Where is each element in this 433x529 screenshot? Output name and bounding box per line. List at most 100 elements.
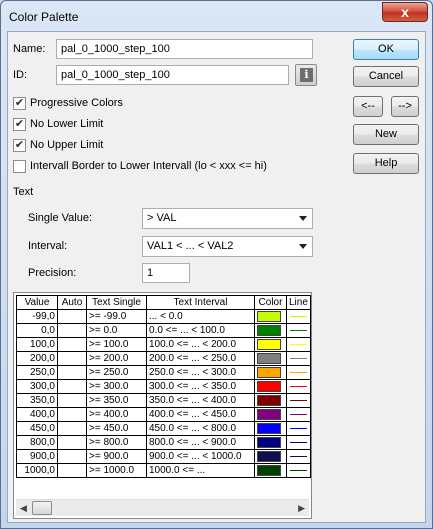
- cell-text-single[interactable]: >= 200.0: [86, 351, 147, 366]
- column-header-auto[interactable]: Auto: [57, 295, 87, 310]
- cell-line[interactable]: [286, 393, 311, 408]
- cell-auto[interactable]: [57, 323, 87, 338]
- cell-color[interactable]: [254, 309, 287, 324]
- cell-line[interactable]: [286, 435, 311, 450]
- cell-auto[interactable]: [57, 435, 87, 450]
- cell-value[interactable]: 350,0: [16, 393, 58, 408]
- cell-value[interactable]: 1000,0: [16, 463, 58, 478]
- cell-text-interval[interactable]: ... < 0.0: [146, 309, 255, 324]
- cell-auto[interactable]: [57, 309, 87, 324]
- cell-color[interactable]: [254, 365, 287, 380]
- table-row[interactable]: 450,0 >= 450.0 450.0 <= ... < 800.0: [16, 421, 311, 436]
- cell-value[interactable]: 200,0: [16, 351, 58, 366]
- cell-text-single[interactable]: >= 350.0: [86, 393, 147, 408]
- table-row[interactable]: 900,0 >= 900.0 900.0 <= ... < 1000.0: [16, 449, 311, 464]
- cell-auto[interactable]: [57, 421, 87, 436]
- cell-value[interactable]: 450,0: [16, 421, 58, 436]
- help-button[interactable]: Help: [353, 153, 419, 174]
- cell-value[interactable]: 0,0: [16, 323, 58, 338]
- cell-color[interactable]: [254, 449, 287, 464]
- cell-color[interactable]: [254, 379, 287, 394]
- cell-value[interactable]: 250,0: [16, 365, 58, 380]
- cell-text-single[interactable]: >= 0.0: [86, 323, 147, 338]
- cell-color[interactable]: [254, 463, 287, 478]
- table-row[interactable]: 300,0 >= 300.0 300.0 <= ... < 350.0: [16, 379, 311, 394]
- column-header-line[interactable]: Line: [286, 295, 311, 310]
- cell-auto[interactable]: [57, 337, 87, 352]
- cell-text-single[interactable]: >= 400.0: [86, 407, 147, 422]
- table-row[interactable]: 100,0 >= 100.0 100.0 <= ... < 200.0: [16, 337, 311, 352]
- cell-line[interactable]: [286, 337, 311, 352]
- table-row[interactable]: 400,0 >= 400.0 400.0 <= ... < 450.0: [16, 407, 311, 422]
- cell-value[interactable]: -99,0: [16, 309, 58, 324]
- next-button[interactable]: -->: [391, 96, 419, 117]
- cell-color[interactable]: [254, 323, 287, 338]
- scroll-thumb[interactable]: [32, 501, 52, 515]
- cell-text-interval[interactable]: 400.0 <= ... < 450.0: [146, 407, 255, 422]
- cell-auto[interactable]: [57, 449, 87, 464]
- horizontal-scrollbar[interactable]: ◀ ▶: [16, 499, 309, 516]
- cell-line[interactable]: [286, 449, 311, 464]
- cell-text-interval[interactable]: 0.0 <= ... < 100.0: [146, 323, 255, 338]
- cell-text-single[interactable]: >= 100.0: [86, 337, 147, 352]
- scroll-right-icon[interactable]: ▶: [298, 503, 305, 514]
- cell-text-single[interactable]: >= 300.0: [86, 379, 147, 394]
- table-row[interactable]: 800,0 >= 800.0 800.0 <= ... < 900.0: [16, 435, 311, 450]
- cell-value[interactable]: 800,0: [16, 435, 58, 450]
- table-row[interactable]: -99,0 >= -99.0 ... < 0.0: [16, 309, 311, 324]
- column-header-text-single[interactable]: Text Single: [86, 295, 147, 310]
- cell-color[interactable]: [254, 337, 287, 352]
- cell-color[interactable]: [254, 407, 287, 422]
- cell-line[interactable]: [286, 309, 311, 324]
- cell-value[interactable]: 300,0: [16, 379, 58, 394]
- cell-line[interactable]: [286, 323, 311, 338]
- table-row[interactable]: 0,0 >= 0.0 0.0 <= ... < 100.0: [16, 323, 311, 338]
- cell-text-single[interactable]: >= 450.0: [86, 421, 147, 436]
- checkbox-box[interactable]: ✔: [13, 118, 26, 131]
- table-row[interactable]: 250,0 >= 250.0 250.0 <= ... < 300.0: [16, 365, 311, 380]
- cell-text-interval[interactable]: 350.0 <= ... < 400.0: [146, 393, 255, 408]
- cell-text-single[interactable]: >= 900.0: [86, 449, 147, 464]
- palette-grid[interactable]: Value Auto Text Single Text Interval Col…: [13, 292, 312, 519]
- column-header-text-interval[interactable]: Text Interval: [146, 295, 255, 310]
- checkbox-box[interactable]: ✔: [13, 97, 26, 110]
- cell-auto[interactable]: [57, 393, 87, 408]
- cell-color[interactable]: [254, 351, 287, 366]
- cell-color[interactable]: [254, 393, 287, 408]
- cell-color[interactable]: [254, 435, 287, 450]
- cell-value[interactable]: 400,0: [16, 407, 58, 422]
- table-row[interactable]: 350,0 >= 350.0 350.0 <= ... < 400.0: [16, 393, 311, 408]
- cell-text-interval[interactable]: 900.0 <= ... < 1000.0: [146, 449, 255, 464]
- cell-line[interactable]: [286, 351, 311, 366]
- cell-line[interactable]: [286, 421, 311, 436]
- cell-text-interval[interactable]: 800.0 <= ... < 900.0: [146, 435, 255, 450]
- checkbox-box[interactable]: ✔: [13, 139, 26, 152]
- cell-line[interactable]: [286, 365, 311, 380]
- checkbox-box[interactable]: [13, 160, 26, 173]
- cell-text-single[interactable]: >= 800.0: [86, 435, 147, 450]
- interval-select[interactable]: VAL1 < ... < VAL2: [142, 236, 313, 257]
- cell-text-interval[interactable]: 300.0 <= ... < 350.0: [146, 379, 255, 394]
- cell-text-interval[interactable]: 200.0 <= ... < 250.0: [146, 351, 255, 366]
- cell-text-single[interactable]: >= 1000.0: [86, 463, 147, 478]
- cell-line[interactable]: [286, 463, 311, 478]
- cell-text-single[interactable]: >= -99.0: [86, 309, 147, 324]
- cell-auto[interactable]: [57, 407, 87, 422]
- column-header-value[interactable]: Value: [16, 295, 58, 310]
- cell-auto[interactable]: [57, 351, 87, 366]
- id-input[interactable]: pal_0_1000_step_100: [56, 65, 289, 85]
- cell-value[interactable]: 100,0: [16, 337, 58, 352]
- cancel-button[interactable]: Cancel: [353, 66, 419, 87]
- new-button[interactable]: New: [353, 124, 419, 145]
- table-row[interactable]: 1000,0 >= 1000.0 1000.0 <= ...: [16, 463, 311, 478]
- cell-text-interval[interactable]: 450.0 <= ... < 800.0: [146, 421, 255, 436]
- table-row[interactable]: 200,0 >= 200.0 200.0 <= ... < 250.0: [16, 351, 311, 366]
- cell-value[interactable]: 900,0: [16, 449, 58, 464]
- cell-color[interactable]: [254, 421, 287, 436]
- name-input[interactable]: pal_0_1000_step_100: [56, 39, 313, 59]
- cell-auto[interactable]: [57, 365, 87, 380]
- title-bar[interactable]: Color Palette x: [1, 1, 432, 31]
- column-header-color[interactable]: Color: [254, 295, 287, 310]
- cell-line[interactable]: [286, 407, 311, 422]
- precision-input[interactable]: 1: [142, 263, 190, 283]
